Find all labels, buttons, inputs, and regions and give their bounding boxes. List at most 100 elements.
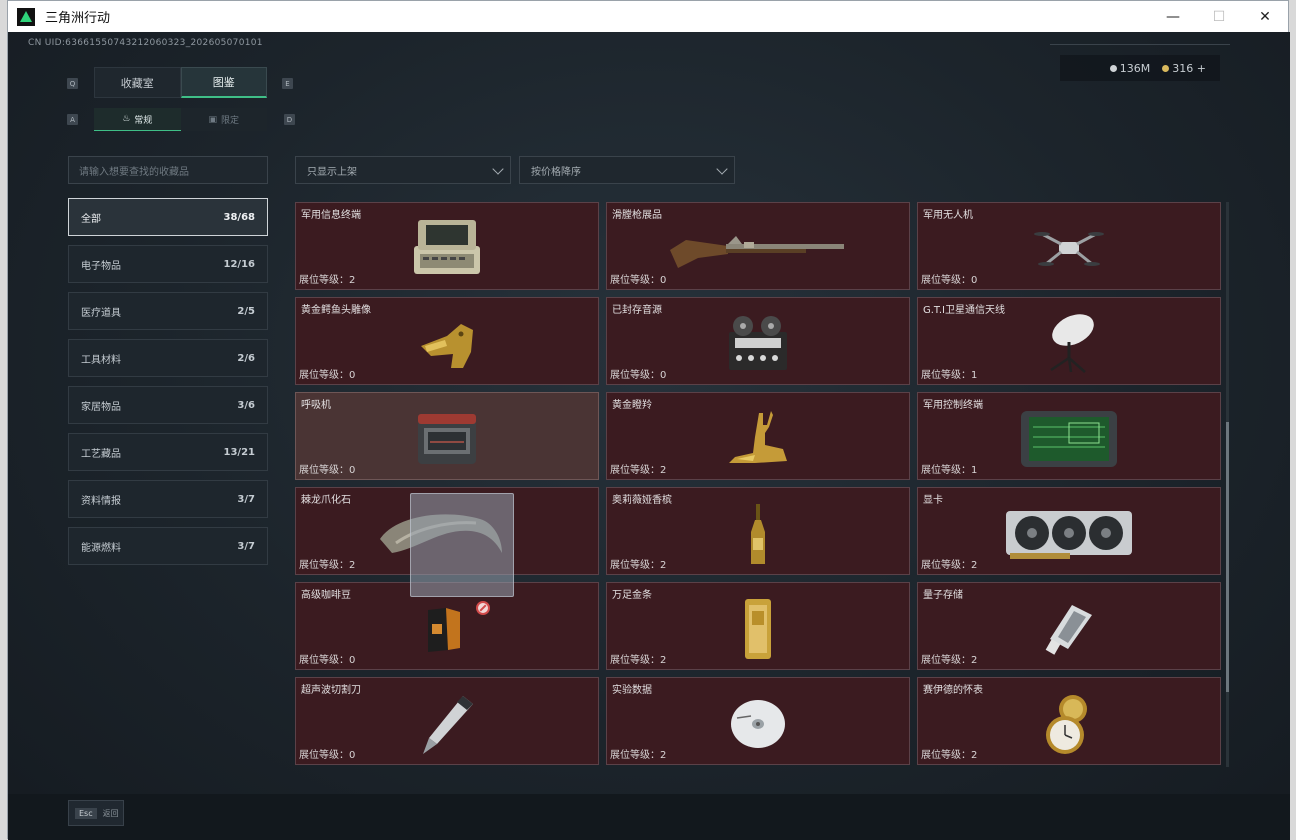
category-all[interactable]: 全部 38/68 xyxy=(68,198,268,236)
category-medical[interactable]: 医疗道具 2/5 xyxy=(68,292,268,330)
category-count: 38/68 xyxy=(223,211,255,223)
booth-level: 展位等级：2 xyxy=(921,655,978,666)
booth-level: 展位等级：2 xyxy=(921,750,978,761)
item-name: G.T.I卫星通信天线 xyxy=(923,305,1005,316)
shelf-filter-dropdown[interactable]: 只显示上架 xyxy=(295,156,511,184)
collectible-card[interactable]: 超声波切割刀 展位等级：0 xyxy=(295,677,599,765)
booth-level: 展位等级：2 xyxy=(610,465,667,476)
item-name: 棘龙爪化石 xyxy=(301,495,351,506)
shelf-filter-value: 只显示上架 xyxy=(307,166,357,178)
subtab-limited-label: 限定 xyxy=(221,116,240,126)
maximize-button[interactable]: ☐ xyxy=(1196,1,1242,32)
chevron-down-icon xyxy=(716,163,728,175)
silver-coin-icon xyxy=(1109,64,1117,72)
collectible-card[interactable]: 已封存音源 展位等级：0 xyxy=(606,297,910,385)
category-name: 工艺藏品 xyxy=(81,448,121,460)
user-uid: CN UID:63661550743212060323_202605070101 xyxy=(28,38,263,48)
category-name: 医疗道具 xyxy=(81,307,121,319)
category-name: 资料情报 xyxy=(81,495,121,507)
gold-amount: 316 xyxy=(1172,61,1194,75)
title-bar: 三角洲行动 — ☐ ✕ xyxy=(8,1,1288,32)
tab-catalog[interactable]: 图鉴 xyxy=(180,67,267,98)
minimize-button[interactable]: — xyxy=(1150,1,1196,32)
collectible-card[interactable]: 万足金条 展位等级：2 xyxy=(606,582,910,670)
category-count: 2/6 xyxy=(237,352,255,364)
category-list: 全部 38/68 电子物品 12/16 医疗道具 2/5 工具材料 2/6 家居物品 3/… xyxy=(68,198,268,574)
collectible-card[interactable]: 奥莉薇娅香槟 展位等级：2 xyxy=(606,487,910,575)
key-hint-a: A xyxy=(67,114,78,125)
booth-level: 展位等级：0 xyxy=(299,750,356,761)
gold-currency: 316 + xyxy=(1162,62,1206,75)
booth-level: 展位等级：0 xyxy=(299,465,356,476)
category-count: 12/16 xyxy=(223,258,255,270)
military-terminal-icon xyxy=(414,220,480,274)
item-name: 万足金条 xyxy=(612,590,652,601)
sort-value: 按价格降序 xyxy=(531,166,581,178)
item-name: 量子存储 xyxy=(923,590,963,601)
category-electronics[interactable]: 电子物品 12/16 xyxy=(68,245,268,283)
category-intel[interactable]: 资料情报 3/7 xyxy=(68,480,268,518)
graphics-card-icon xyxy=(1006,511,1132,559)
category-count: 3/6 xyxy=(237,399,255,411)
collectible-card[interactable]: 滑膛枪展品 展位等级：0 xyxy=(606,202,910,290)
top-divider xyxy=(1050,44,1230,45)
collectible-card[interactable]: G.T.I卫星通信天线 展位等级：1 xyxy=(917,297,1221,385)
add-currency-button[interactable]: + xyxy=(1197,62,1206,75)
sub-tabs: ♨ 常规 ▣ 限定 xyxy=(94,108,267,131)
category-tools[interactable]: 工具材料 2/6 xyxy=(68,339,268,377)
collectible-card[interactable]: 黄金鳄鱼头雕像 展位等级：0 xyxy=(295,297,599,385)
booth-level: 展位等级：2 xyxy=(299,275,356,286)
control-terminal-icon xyxy=(1021,411,1117,467)
category-name: 电子物品 xyxy=(81,260,121,272)
game-window: 三角洲行动 — ☐ ✕ CN UID:63661550743212060323_… xyxy=(7,0,1290,840)
collectible-card[interactable]: 显卡 展位等级：2 xyxy=(917,487,1221,575)
quantum-storage-icon xyxy=(1045,605,1092,655)
tab-collection-room[interactable]: 收藏室 xyxy=(94,67,181,98)
collectible-card[interactable]: 军用控制终端 展位等级：1 xyxy=(917,392,1221,480)
collectible-card[interactable]: 量子存储 展位等级：2 xyxy=(917,582,1221,670)
main-tabs: 收藏室 图鉴 xyxy=(94,67,267,98)
back-label: 返回 xyxy=(102,808,119,818)
silver-amount: 136M xyxy=(1119,61,1151,75)
pocket-watch-icon xyxy=(1046,695,1087,754)
collectible-card[interactable]: 军用无人机 展位等级：0 xyxy=(917,202,1221,290)
collectible-card[interactable]: 实验数据 展位等级：2 xyxy=(606,677,910,765)
collectible-card[interactable]: 军用信息终端 展位等级：2 xyxy=(295,202,599,290)
category-crafts[interactable]: 工艺藏品 13/21 xyxy=(68,433,268,471)
collectible-card[interactable]: 赛伊德的怀表 展位等级：2 xyxy=(917,677,1221,765)
drone-icon xyxy=(1034,232,1104,266)
grid-scrollbar-thumb[interactable] xyxy=(1226,422,1229,692)
coffee-beans-icon xyxy=(427,608,460,652)
gold-bar-icon xyxy=(745,599,771,659)
category-count: 13/21 xyxy=(223,446,255,458)
tape-recorder-icon xyxy=(729,316,787,370)
category-count: 2/5 xyxy=(237,305,255,317)
category-name: 全部 xyxy=(81,213,101,225)
search-input[interactable]: 请输入想要查找的收藏品 xyxy=(68,156,268,184)
booth-level: 展位等级：0 xyxy=(610,275,667,286)
category-count: 3/7 xyxy=(237,493,255,505)
subtab-regular[interactable]: ♨ 常规 xyxy=(94,108,181,131)
item-name: 军用信息终端 xyxy=(301,210,361,221)
booth-level: 展位等级：2 xyxy=(610,750,667,761)
category-household[interactable]: 家居物品 3/6 xyxy=(68,386,268,424)
category-count: 3/7 xyxy=(237,540,255,552)
key-hint-d: D xyxy=(284,114,295,125)
close-button[interactable]: ✕ xyxy=(1242,1,1288,32)
silver-currency: 136M xyxy=(1109,61,1151,75)
currency-bar: 136M 316 + xyxy=(1060,55,1220,81)
ultrasonic-cutter-icon xyxy=(423,696,473,754)
item-name: 超声波切割刀 xyxy=(301,685,361,696)
category-energy[interactable]: 能源燃料 3/7 xyxy=(68,527,268,565)
back-button[interactable]: Esc 返回 xyxy=(68,800,124,826)
collectible-card[interactable]: 呼吸机 展位等级：0 xyxy=(295,392,599,480)
drag-preview xyxy=(410,493,514,597)
sort-dropdown[interactable]: 按价格降序 xyxy=(519,156,735,184)
booth-level: 展位等级：2 xyxy=(610,655,667,666)
collectible-card[interactable]: 黄金瞪羚 展位等级：2 xyxy=(606,392,910,480)
gold-coin-icon xyxy=(1162,64,1170,72)
esc-key-label: Esc xyxy=(75,807,97,819)
chevron-down-icon xyxy=(492,163,504,175)
booth-level: 展位等级：0 xyxy=(299,655,356,666)
subtab-limited[interactable]: ▣ 限定 xyxy=(180,108,267,131)
